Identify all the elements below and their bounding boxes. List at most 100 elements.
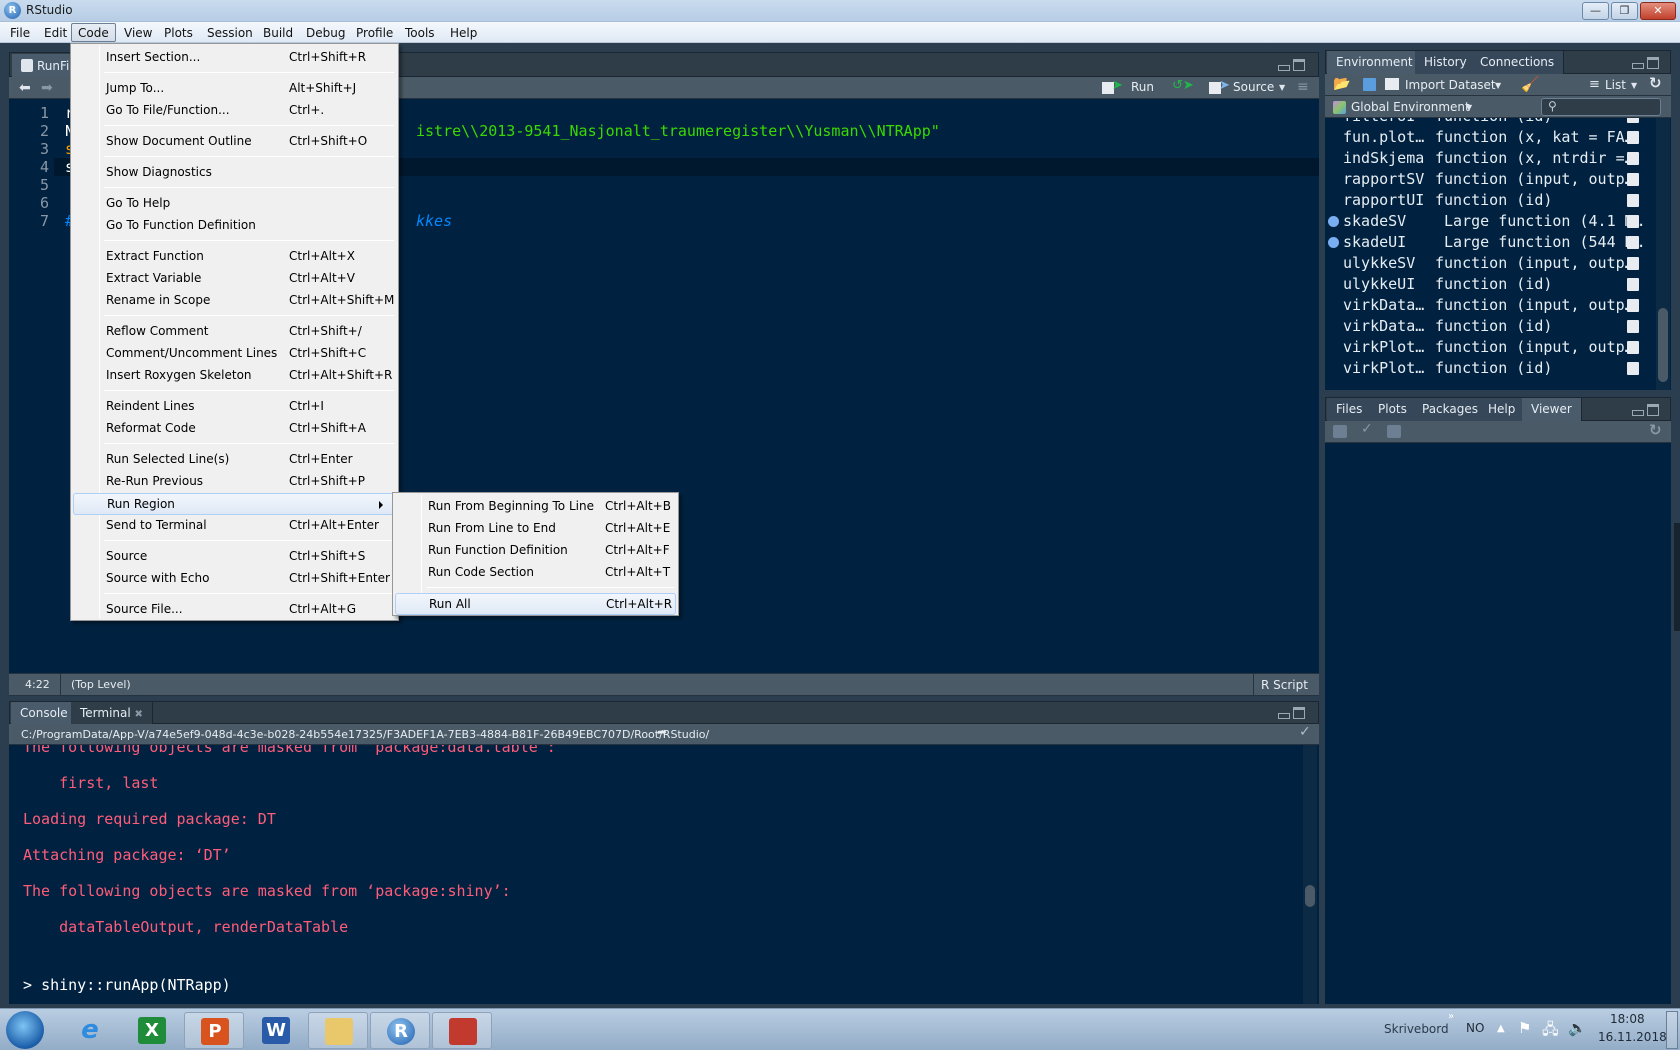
rerun-icon[interactable]: ↺➤ <box>1172 78 1194 93</box>
taskbar-rstudio[interactable]: R <box>370 1012 430 1049</box>
taskbar-excel[interactable]: X <box>122 1012 182 1049</box>
source-button[interactable]: ➤ Source ▼ <box>1209 78 1287 98</box>
network-icon[interactable]: 🖧 <box>1542 1019 1559 1044</box>
taskbar-powerpoint[interactable]: P <box>184 1012 244 1049</box>
taskbar-internet-explorer[interactable]: e <box>60 1012 120 1049</box>
menu-item-comment-uncomment-lines[interactable]: Comment/Uncomment Lines Ctrl+Shift+C <box>73 343 396 365</box>
taskbar-acrobat[interactable] <box>432 1012 492 1049</box>
console-scrollbar[interactable] <box>1303 745 1317 1004</box>
menu-edit[interactable]: Edit <box>37 23 74 42</box>
menu-item-source-with-echo[interactable]: Source with Echo Ctrl+Shift+Enter <box>73 568 396 590</box>
console-output[interactable]: The following objects are masked from ‘p… <box>9 745 1319 1004</box>
environment-row[interactable]: virkData… function (id) <box>1325 316 1645 337</box>
tab-help[interactable]: Help <box>1479 398 1526 421</box>
expand-icon[interactable] <box>1328 216 1339 227</box>
scrollbar-thumb[interactable] <box>1305 885 1315 907</box>
forward-arrow-icon[interactable]: ➡ <box>41 80 53 96</box>
view-source-icon[interactable] <box>1627 299 1639 312</box>
start-button[interactable] <box>6 1011 44 1049</box>
tab-plots[interactable]: Plots <box>1369 398 1417 421</box>
view-source-icon[interactable] <box>1627 320 1639 333</box>
environment-row[interactable]: filterUI function (id) <box>1325 118 1645 127</box>
action-center-flag-icon[interactable]: ⚑ <box>1518 1019 1531 1037</box>
desktop-toolbar-label[interactable]: Skrivebord <box>1384 1022 1449 1036</box>
tab-console[interactable]: Console <box>11 702 78 724</box>
view-source-icon[interactable] <box>1627 341 1639 354</box>
environment-row[interactable]: indSkjema function (x, ntrdir =… <box>1325 148 1645 169</box>
view-mode-dropdown[interactable]: ≡ List ▼ <box>1587 74 1637 96</box>
popout-icon[interactable] <box>1387 425 1401 438</box>
view-source-icon[interactable] <box>1627 278 1639 291</box>
tab-environment[interactable]: Environment <box>1327 51 1423 74</box>
menu-view[interactable]: View <box>117 23 159 42</box>
menu-item-run-all[interactable]: Run All Ctrl+Alt+R <box>395 593 676 615</box>
import-dataset-button[interactable]: Import Dataset ▼ <box>1383 74 1501 96</box>
menu-plots[interactable]: Plots <box>157 23 200 42</box>
environment-row[interactable]: skadeSV Large function (4.1 M… <box>1325 211 1645 232</box>
scope-dropdown[interactable]: Global Environment ▼ <box>1331 96 1481 118</box>
tab-viewer[interactable]: Viewer <box>1522 398 1582 421</box>
refresh-icon[interactable]: ↻ <box>1649 74 1662 92</box>
back-arrow-icon[interactable]: ⬅ <box>19 80 31 96</box>
tab-packages[interactable]: Packages <box>1413 398 1488 421</box>
run-button[interactable]: ➤ Run <box>1102 78 1162 98</box>
environment-row[interactable]: ulykkeUI function (id) <box>1325 274 1645 295</box>
language-indicator[interactable]: NO <box>1466 1021 1484 1035</box>
environment-row[interactable]: fun.plot… function (x, kat = FA… <box>1325 127 1645 148</box>
taskbar-file-explorer[interactable] <box>308 1012 368 1049</box>
tab-terminal[interactable]: Terminal ✖ <box>71 702 153 724</box>
view-source-icon[interactable] <box>1627 362 1639 375</box>
menu-file[interactable]: File <box>3 23 37 42</box>
environment-scrollbar[interactable] <box>1656 118 1670 390</box>
volume-icon[interactable]: 🔈 <box>1568 1019 1587 1037</box>
menu-item-reindent-lines[interactable]: Reindent Lines Ctrl+I <box>73 396 396 418</box>
environment-minmax-icons[interactable] <box>1632 57 1660 71</box>
remove-viewer-icon[interactable] <box>1333 425 1347 438</box>
tab-connections[interactable]: Connections <box>1471 51 1565 74</box>
menu-item-jump-to[interactable]: Jump To... Alt+Shift+J <box>73 78 396 100</box>
menu-item-insert-roxygen-skeleton[interactable]: Insert Roxygen Skeleton Ctrl+Alt+Shift+R <box>73 365 396 387</box>
close-button[interactable]: ✕ <box>1640 2 1676 20</box>
menu-profile[interactable]: Profile <box>349 23 400 42</box>
menu-session[interactable]: Session <box>200 23 260 42</box>
environment-row[interactable]: rapportSV function (input, outp… <box>1325 169 1645 190</box>
tab-files[interactable]: Files <box>1327 398 1373 421</box>
view-source-icon[interactable] <box>1627 152 1639 165</box>
expand-icon[interactable] <box>1328 237 1339 248</box>
toolbar-overflow-icon[interactable]: » <box>1448 1011 1454 1022</box>
console-minmax-icons[interactable] <box>1278 707 1306 721</box>
scope-selector[interactable]: (Top Level) <box>71 674 131 696</box>
menu-item-source-file[interactable]: Source File... Ctrl+Alt+G <box>73 599 396 621</box>
clock-date[interactable]: 16.11.2018 <box>1598 1030 1667 1044</box>
tab-history[interactable]: History <box>1415 51 1477 74</box>
save-workspace-icon[interactable] <box>1363 78 1376 91</box>
menu-item-show-document-outline[interactable]: Show Document Outline Ctrl+Shift+O <box>73 131 396 153</box>
menu-item-run-code-section[interactable]: Run Code Section Ctrl+Alt+T <box>395 562 676 584</box>
source-minmax-icons[interactable] <box>1278 59 1306 73</box>
restore-button[interactable]: ❐ <box>1611 2 1638 20</box>
load-workspace-icon[interactable]: 📂 <box>1333 76 1350 92</box>
menu-item-source[interactable]: Source Ctrl+Shift+S <box>73 546 396 568</box>
environment-search-input[interactable]: ⚲ <box>1541 98 1661 116</box>
menu-item-re-run-previous[interactable]: Re-Run Previous Ctrl+Shift+P <box>73 471 396 493</box>
menu-item-rename-in-scope[interactable]: Rename in Scope Ctrl+Alt+Shift+M <box>73 290 396 312</box>
menu-help[interactable]: Help <box>443 23 484 42</box>
console-input-line[interactable]: > shiny::runApp(NTRapp) <box>23 975 231 995</box>
menu-item-send-to-terminal[interactable]: Send to Terminal Ctrl+Alt+Enter <box>73 515 396 537</box>
view-source-icon[interactable] <box>1627 236 1639 249</box>
show-hidden-icons[interactable]: ▲ <box>1497 1023 1505 1034</box>
environment-row[interactable]: ulykkeSV function (input, outp… <box>1325 253 1645 274</box>
go-to-directory-icon[interactable]: ➦ <box>657 725 667 739</box>
view-source-icon[interactable] <box>1627 118 1639 123</box>
environment-row[interactable]: virkData… function (input, outp… <box>1325 295 1645 316</box>
menu-item-go-to-help[interactable]: Go To Help <box>73 193 396 215</box>
clear-console-icon[interactable]: ✓ <box>1299 724 1311 740</box>
menu-item-run-region[interactable]: Run Region <box>73 493 396 515</box>
minimize-button[interactable]: — <box>1582 2 1609 20</box>
show-desktop-button[interactable] <box>1666 1011 1678 1049</box>
menu-item-go-to-function-definition[interactable]: Go To Function Definition <box>73 215 396 237</box>
view-source-icon[interactable] <box>1627 257 1639 270</box>
clear-viewer-icon[interactable]: ✓ <box>1361 421 1373 437</box>
menu-item-run-from-beginning-to-line[interactable]: Run From Beginning To Line Ctrl+Alt+B <box>395 496 676 518</box>
view-source-icon[interactable] <box>1627 194 1639 207</box>
